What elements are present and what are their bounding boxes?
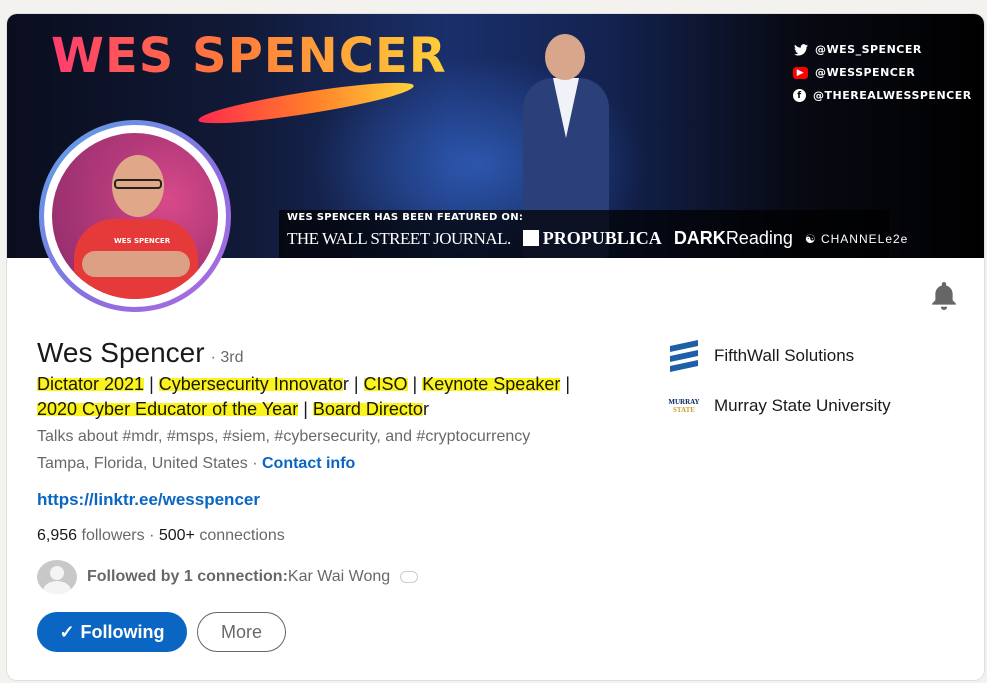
headline-part: 2020 Cyber Educator of the Year <box>37 399 299 419</box>
talks-about: Talks about #mdr, #msps, #siem, #cyberse… <box>37 428 531 445</box>
notification-bell-icon[interactable] <box>931 282 957 310</box>
more-button[interactable]: More <box>197 612 286 652</box>
darkreading-text: Reading <box>725 228 793 248</box>
murray-logo-text: MURRAY <box>668 398 700 406</box>
location-text: Tampa, Florida, United States <box>37 455 248 472</box>
following-button[interactable]: ✓ Following <box>37 612 187 652</box>
channele2e-text: CHANNELe2e <box>820 231 909 246</box>
wsj-logo: THE WALL STREET JOURNAL. <box>287 228 511 248</box>
following-label: Following <box>80 621 165 642</box>
featured-label: WES SPENCER HAS BEEN FEATURED ON: <box>287 212 524 223</box>
headline-part: Keynote Speaker <box>422 374 561 394</box>
connections-count[interactable]: 500+ connections <box>159 527 285 544</box>
profile-name: Wes Spencer <box>37 337 205 368</box>
publication-logos: THE WALL STREET JOURNAL. PROPUBLICA DARK… <box>287 228 908 249</box>
channele2e-logo: ☯ CHANNELe2e <box>804 231 909 246</box>
connection-degree: · 3rd <box>210 349 244 366</box>
twitter-icon <box>793 43 808 56</box>
profile-headline: Dictator 2021 | Cybersecurity Innovator … <box>37 374 571 419</box>
banner-socials: @WES_SPENCER ▶ @WESSPENCER f @THEREALWES… <box>793 38 972 107</box>
followers-link[interactable]: 6,956 followers <box>37 527 145 544</box>
propublica-text: PROPUBLICA <box>542 228 662 248</box>
headline-part: Dictator 2021 <box>37 374 145 394</box>
connection-avatar <box>37 560 77 594</box>
facebook-handle: @THEREALWESSPENCER <box>813 89 972 102</box>
avatar-photo: WES SPENCER <box>52 133 218 299</box>
featured-on-strip: WES SPENCER HAS BEEN FEATURED ON: THE WA… <box>279 210 907 258</box>
org-murray-state[interactable]: MURRAY STATE Murray State University <box>665 392 891 420</box>
fifthwall-logo-icon <box>665 340 703 372</box>
org-name: FifthWall Solutions <box>714 346 855 365</box>
followed-by-label: Followed by 1 connection: <box>87 568 288 585</box>
followed-by-row[interactable]: Followed by 1 connection: Kar Wai Wong <box>37 560 419 594</box>
speech-bubble-icon <box>400 571 419 583</box>
state-logo-text: STATE <box>673 406 695 414</box>
stats-row: 6,956 followers · 500+ connections <box>37 527 285 544</box>
followed-by-name: Kar Wai Wong <box>287 568 391 585</box>
darkreading-logo: DARKReading <box>674 228 793 249</box>
social-twitter: @WES_SPENCER <box>793 38 972 61</box>
website-link[interactable]: https://linktr.ee/wesspencer <box>37 490 260 510</box>
headline-part: CISO <box>363 374 408 394</box>
facebook-icon: f <box>793 89 806 102</box>
twitter-handle: @WES_SPENCER <box>815 43 922 56</box>
youtube-handle: @WESSPENCER <box>815 66 916 79</box>
propublica-logo: PROPUBLICA <box>522 228 662 249</box>
org-name: Murray State University <box>714 396 891 415</box>
contact-info-link[interactable]: Contact info <box>262 455 355 472</box>
headline-part: Cybersecurity Innovato <box>158 374 343 394</box>
org-fifthwall[interactable]: FifthWall Solutions <box>665 340 855 372</box>
youtube-icon: ▶ <box>793 66 808 79</box>
darkreading-bold: DARK <box>673 228 726 248</box>
social-facebook: f @THEREALWESSPENCER <box>793 84 972 107</box>
profile-card: WES SPENCER @WES_SPENCER ▶ @WESSPENCER f… <box>7 14 984 680</box>
banner-name-text: WES SPENCER <box>51 28 447 84</box>
social-youtube: ▶ @WESSPENCER <box>793 61 972 84</box>
location-row: Tampa, Florida, United States · Contact … <box>37 455 356 472</box>
profile-name-row: Wes Spencer · 3rd <box>37 337 243 369</box>
propublica-icon <box>522 230 539 246</box>
murray-state-logo-icon: MURRAY STATE <box>665 392 703 420</box>
profile-avatar[interactable]: WES SPENCER <box>39 120 231 312</box>
checkmark-icon: ✓ <box>59 621 75 642</box>
headline-part: Board Directo <box>312 399 423 419</box>
